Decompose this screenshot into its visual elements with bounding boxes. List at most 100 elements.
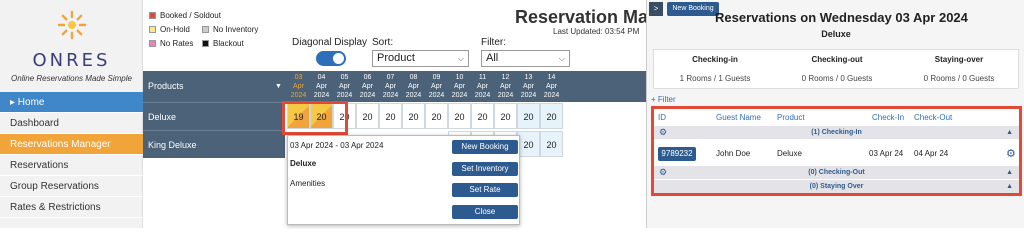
date-day: 06 [363, 74, 372, 81]
filter-select-value: All [486, 52, 499, 64]
filter-select[interactable]: All ⌵ [481, 50, 570, 67]
sun-logo-icon [57, 10, 87, 40]
column-header-guest-name[interactable]: Guest Name [716, 113, 761, 122]
date-day: 14 [547, 74, 556, 81]
date-mon: Apr [339, 83, 350, 90]
grid-header: Products ▼ 03 Apr 2024 04 Apr 2024 05 Apr 2024 06… [143, 71, 646, 102]
legend-item: Booked / Soldout [149, 10, 221, 21]
collapse-up-icon[interactable]: ▲ [1006, 166, 1013, 179]
date-yr: 2024 [405, 92, 422, 99]
set-inventory-button[interactable]: Set Inventory [452, 162, 518, 176]
date-mon: Apr [454, 83, 465, 90]
date-yr: 2024 [520, 92, 537, 99]
products-header: Products [148, 81, 184, 91]
group-staying-over[interactable]: (0) Staying Over ▲ [654, 180, 1019, 193]
filter-label: Filter: [481, 37, 506, 48]
inventory-cell[interactable]: 20 [471, 103, 494, 129]
inventory-cell[interactable]: 20 [517, 131, 540, 157]
group-checking-out[interactable]: ⚙ (0) Checking-Out ▲ [654, 166, 1019, 179]
column-header-check-out[interactable]: Check-Out [914, 113, 952, 122]
inventory-cell[interactable]: 20 [425, 103, 448, 129]
sidebar-item[interactable]: Reservations [0, 155, 143, 176]
collapse-panel-button[interactable]: > [649, 2, 663, 16]
date-column-header[interactable]: 13 Apr 2024 [517, 73, 540, 100]
legend-label: No Inventory [213, 25, 259, 34]
inventory-cell[interactable]: 20 [379, 103, 402, 129]
inventory-cell[interactable]: 20 [517, 103, 540, 129]
date-column-header[interactable]: 14 Apr 2024 [540, 73, 563, 100]
toggle-knob [333, 53, 344, 64]
sidebar-item[interactable]: Rates & Restrictions [0, 197, 143, 218]
app-root: ONRES Online Reservations Made Simple ▸ … [0, 0, 1024, 228]
set-rate-button[interactable]: Set Rate [452, 183, 518, 197]
date-day: 08 [409, 74, 418, 81]
inventory-cell[interactable]: 20 [540, 103, 563, 129]
date-column-header[interactable]: 03 Apr 2024 [287, 73, 310, 100]
sidebar-item[interactable]: Dashboard [0, 113, 143, 134]
date-column-header[interactable]: 12 Apr 2024 [494, 73, 517, 100]
legend-item: Blackout [202, 38, 244, 49]
product-name[interactable]: Deluxe [143, 102, 285, 130]
date-column-header[interactable]: 11 Apr 2024 [471, 73, 494, 100]
checking-out-label: Checking-out [811, 55, 863, 64]
date-mon: Apr [293, 83, 304, 90]
date-day: 05 [340, 74, 349, 81]
inventory-cell[interactable]: 20 [448, 103, 471, 129]
inventory-cell[interactable]: 20 [494, 103, 517, 129]
column-header-check-in[interactable]: Check-In [872, 113, 904, 122]
product-row: Deluxe 19 20 20 20 20 20 20 20 20 20 20 20 [143, 102, 646, 130]
date-column-header[interactable]: 04 Apr 2024 [310, 73, 333, 100]
date-mon: Apr [546, 83, 557, 90]
inventory-cell[interactable]: 20 [540, 131, 563, 157]
column-header-id[interactable]: ID [658, 113, 666, 122]
sidebar-item[interactable]: Reservations Manager [0, 134, 143, 155]
gear-icon[interactable]: ⚙ [1006, 147, 1016, 161]
close-button[interactable]: Close [452, 205, 518, 219]
legend-swatch [149, 12, 156, 19]
sort-select[interactable]: Product ⌵ [372, 50, 469, 67]
diagonal-display-label: Diagonal Display [292, 37, 368, 48]
date-column-header[interactable]: 06 Apr 2024 [356, 73, 379, 100]
collapse-up-icon[interactable]: ▲ [1006, 180, 1013, 193]
reservations-panel: > New Booking Reservations on Wednesday … [646, 0, 1024, 228]
date-day: 12 [501, 74, 510, 81]
date-yr: 2024 [290, 92, 307, 99]
inventory-cell[interactable]: 20 [402, 103, 425, 129]
caret-down-icon[interactable]: ▼ [275, 71, 282, 102]
product-name[interactable]: King Deluxe [143, 130, 285, 158]
popup-amenities: Amenities [290, 179, 326, 188]
date-column-header[interactable]: 08 Apr 2024 [402, 73, 425, 100]
date-column-header[interactable]: 10 Apr 2024 [448, 73, 471, 100]
legend-item: No Rates [149, 38, 193, 49]
sidebar: ONRES Online Reservations Made Simple ▸ … [0, 0, 143, 228]
collapse-up-icon[interactable]: ▲ [1006, 126, 1013, 139]
reservations-table: ID Guest Name Product Check-In Check-Out… [651, 106, 1022, 196]
diagonal-display-toggle[interactable] [316, 51, 346, 66]
date-day: 04 [317, 74, 326, 81]
legend-label: Blackout [213, 39, 244, 48]
date-day: 03 [294, 74, 303, 81]
group-checking-in[interactable]: ⚙ (1) Checking-In ▲ [654, 126, 1019, 139]
add-filter-link[interactable]: + Filter [651, 95, 676, 104]
page-title: Reservation Man [515, 7, 660, 27]
popup-room-name: Deluxe [290, 159, 317, 168]
date-column-header[interactable]: 09 Apr 2024 [425, 73, 448, 100]
column-header-product[interactable]: Product [777, 113, 805, 122]
date-mon: Apr [431, 83, 442, 90]
date-yr: 2024 [313, 92, 330, 99]
sidebar-item[interactable]: Group Reservations [0, 176, 143, 197]
date-column-header[interactable]: 07 Apr 2024 [379, 73, 402, 100]
panel-new-booking-button[interactable]: New Booking [667, 2, 719, 16]
occupancy-stats: Checking-in Checking-out Staying-over 1 … [653, 49, 1019, 89]
date-column-header[interactable]: 05 Apr 2024 [333, 73, 356, 100]
booking-id-button[interactable]: 9789232 [658, 147, 696, 161]
date-mon: Apr [477, 83, 488, 90]
inventory-cell[interactable]: 20 [356, 103, 379, 129]
date-yr: 2024 [497, 92, 514, 99]
selected-cells-highlight [282, 101, 348, 135]
sidebar-item[interactable]: ▸ Home [0, 92, 143, 113]
date-day: 10 [455, 74, 464, 81]
legend-item: No Inventory [202, 24, 258, 35]
popup-new-booking-button[interactable]: New Booking [452, 140, 518, 154]
staying-over-label: Staying-over [934, 55, 984, 64]
